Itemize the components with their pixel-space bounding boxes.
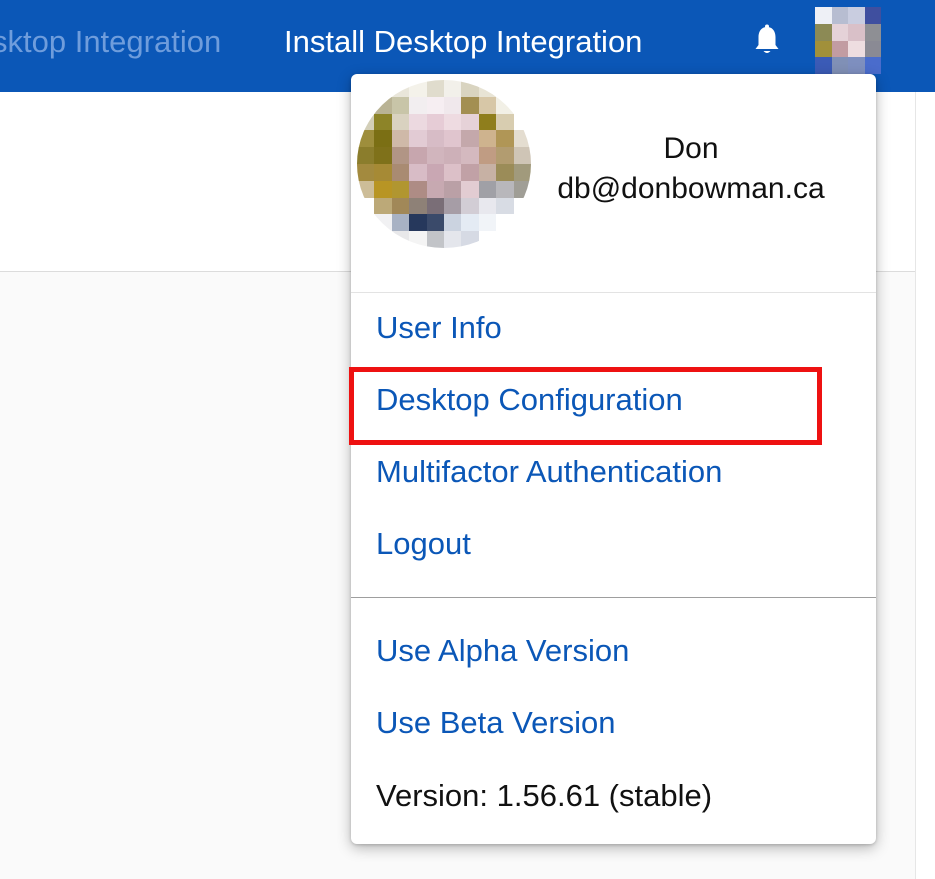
install-desktop-integration-link[interactable]: Install Desktop Integration xyxy=(284,24,642,60)
profile-name: Don xyxy=(663,132,719,165)
highlight-annotation-box xyxy=(349,367,822,445)
user-menu-dropdown: Don db@donbowman.ca User Info Desktop Co… xyxy=(351,74,876,844)
menu-item-use-alpha-version[interactable]: Use Alpha Version xyxy=(376,633,629,669)
menu-item-user-info[interactable]: User Info xyxy=(376,310,502,346)
version-text: Version: 1.56.61 (stable) xyxy=(376,778,713,813)
user-avatar xyxy=(357,80,531,248)
user-profile-section: Don db@donbowman.ca xyxy=(351,74,876,293)
menu-item-logout[interactable]: Logout xyxy=(376,526,471,562)
menu-divider xyxy=(351,597,876,598)
profile-email: db@donbowman.ca xyxy=(557,172,825,205)
menu-item-use-beta-version[interactable]: Use Beta Version xyxy=(376,705,616,741)
scrollbar[interactable] xyxy=(915,92,935,879)
bell-icon[interactable] xyxy=(752,24,782,58)
desktop-integration-link-faded[interactable]: sktop Integration xyxy=(0,24,221,60)
menu-item-multifactor-authentication[interactable]: Multifactor Authentication xyxy=(376,454,722,490)
